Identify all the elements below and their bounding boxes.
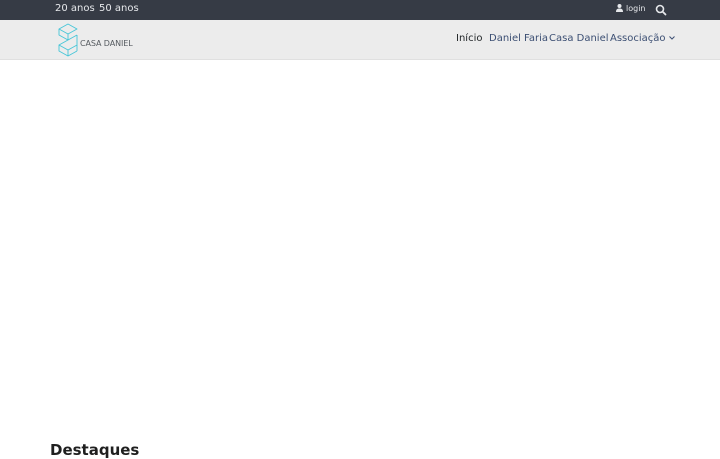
nav-item-casa-daniel[interactable]: Casa Daniel bbox=[549, 33, 609, 44]
link-20-anos[interactable]: 20 anos bbox=[55, 3, 95, 14]
nav-item-associacao[interactable]: Associação bbox=[610, 33, 675, 44]
chevron-down-icon bbox=[668, 36, 675, 40]
brand-logo[interactable]: CASA DANIEL bbox=[56, 23, 133, 57]
login-label: login bbox=[626, 4, 646, 13]
brand-name: CASA DANIEL bbox=[80, 39, 133, 48]
nav-item-daniel-faria[interactable]: Daniel Faria bbox=[489, 33, 548, 44]
user-icon bbox=[616, 4, 623, 12]
casa-daniel-logo-mark bbox=[58, 23, 78, 57]
nav-item-inicio[interactable]: Início bbox=[456, 33, 482, 44]
link-50-anos[interactable]: 50 anos bbox=[99, 3, 139, 14]
search-icon[interactable] bbox=[655, 4, 667, 16]
top-bar: 20 anos 50 anos login bbox=[0, 0, 720, 20]
main-navbar: CASA DANIEL Início Daniel Faria Casa Dan… bbox=[0, 20, 720, 60]
login-link[interactable]: login bbox=[616, 4, 646, 13]
nav-item-associacao-label: Associação bbox=[610, 33, 666, 44]
section-title-destaques: Destaques bbox=[50, 441, 140, 459]
